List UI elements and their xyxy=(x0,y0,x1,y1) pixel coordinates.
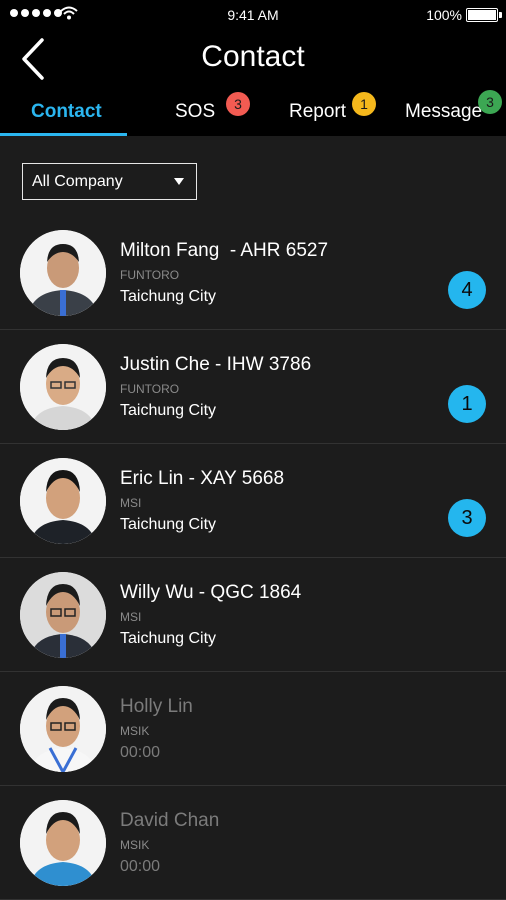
contact-company: FUNTORO xyxy=(120,382,180,396)
battery-icon xyxy=(466,8,502,22)
contact-row[interactable]: Holly Lin MSIK 00:00 xyxy=(0,672,506,786)
tab-message[interactable]: Message 3 xyxy=(381,90,506,136)
contact-name: Holly Lin xyxy=(120,696,193,717)
contact-row[interactable]: Willy Wu - QGC 1864 MSI Taichung City xyxy=(0,558,506,672)
tab-report-label: Report xyxy=(289,101,347,122)
avatar xyxy=(20,230,106,316)
tab-sos-badge: 3 xyxy=(226,92,250,116)
contact-last-seen: 00:00 xyxy=(120,858,161,875)
tab-message-label: Message xyxy=(405,101,483,122)
contact-list: Milton Fang - AHR 6527 FUNTORO Taichung … xyxy=(0,216,506,900)
tab-sos[interactable]: SOS 3 xyxy=(127,90,254,136)
tab-message-badge: 3 xyxy=(478,90,502,114)
avatar xyxy=(20,458,106,544)
contact-city: Taichung City xyxy=(120,402,217,419)
tab-contact-label: Contact xyxy=(31,101,102,122)
contact-row[interactable]: Eric Lin - XAY 5668 MSI Taichung City 3 xyxy=(0,444,506,558)
contact-row[interactable]: Milton Fang - AHR 6527 FUNTORO Taichung … xyxy=(0,216,506,330)
tab-report-badge: 1 xyxy=(352,92,376,116)
contact-name: Eric Lin - XAY 5668 xyxy=(120,468,285,489)
contact-city: Taichung City xyxy=(120,630,217,647)
unread-count-badge: 4 xyxy=(448,271,486,309)
nav-bar: Contact xyxy=(0,30,506,90)
dropdown-arrow-icon xyxy=(174,178,184,185)
contact-company: FUNTORO xyxy=(120,268,180,282)
avatar xyxy=(20,686,106,772)
active-tab-indicator xyxy=(0,133,127,136)
unread-count-badge: 3 xyxy=(448,499,486,537)
unread-count-badge: 1 xyxy=(448,385,486,423)
contact-city: Taichung City xyxy=(120,516,217,533)
contact-city: Taichung City xyxy=(120,288,217,305)
contact-company: MSIK xyxy=(120,838,150,852)
battery-percentage: 100% xyxy=(426,7,462,23)
contact-last-seen: 00:00 xyxy=(120,744,161,761)
contact-row[interactable]: David Chan MSIK 00:00 xyxy=(0,786,506,900)
contact-company: MSI xyxy=(120,610,142,624)
contact-company: MSIK xyxy=(120,724,150,738)
tab-contact[interactable]: Contact xyxy=(0,90,127,136)
contact-name: Milton Fang - AHR 6527 xyxy=(120,240,329,261)
tab-report[interactable]: Report 1 xyxy=(254,90,381,136)
contact-name: Willy Wu - QGC 1864 xyxy=(120,582,302,603)
contact-row[interactable]: Justin Che - IHW 3786 FUNTORO Taichung C… xyxy=(0,330,506,444)
tab-bar: Contact SOS 3 Report 1 Message 3 xyxy=(0,90,506,136)
avatar xyxy=(20,572,106,658)
contact-company: MSI xyxy=(120,496,142,510)
company-filter-dropdown[interactable]: All Company xyxy=(22,163,197,200)
avatar xyxy=(20,800,106,886)
tab-sos-label: SOS xyxy=(175,101,216,122)
status-bar: 9:41 AM 100% xyxy=(0,0,506,30)
contact-name: Justin Che - IHW 3786 xyxy=(120,354,312,375)
company-filter-value: All Company xyxy=(32,173,123,190)
contact-name: David Chan xyxy=(120,810,220,831)
page-title: Contact xyxy=(201,40,305,73)
avatar xyxy=(20,344,106,430)
